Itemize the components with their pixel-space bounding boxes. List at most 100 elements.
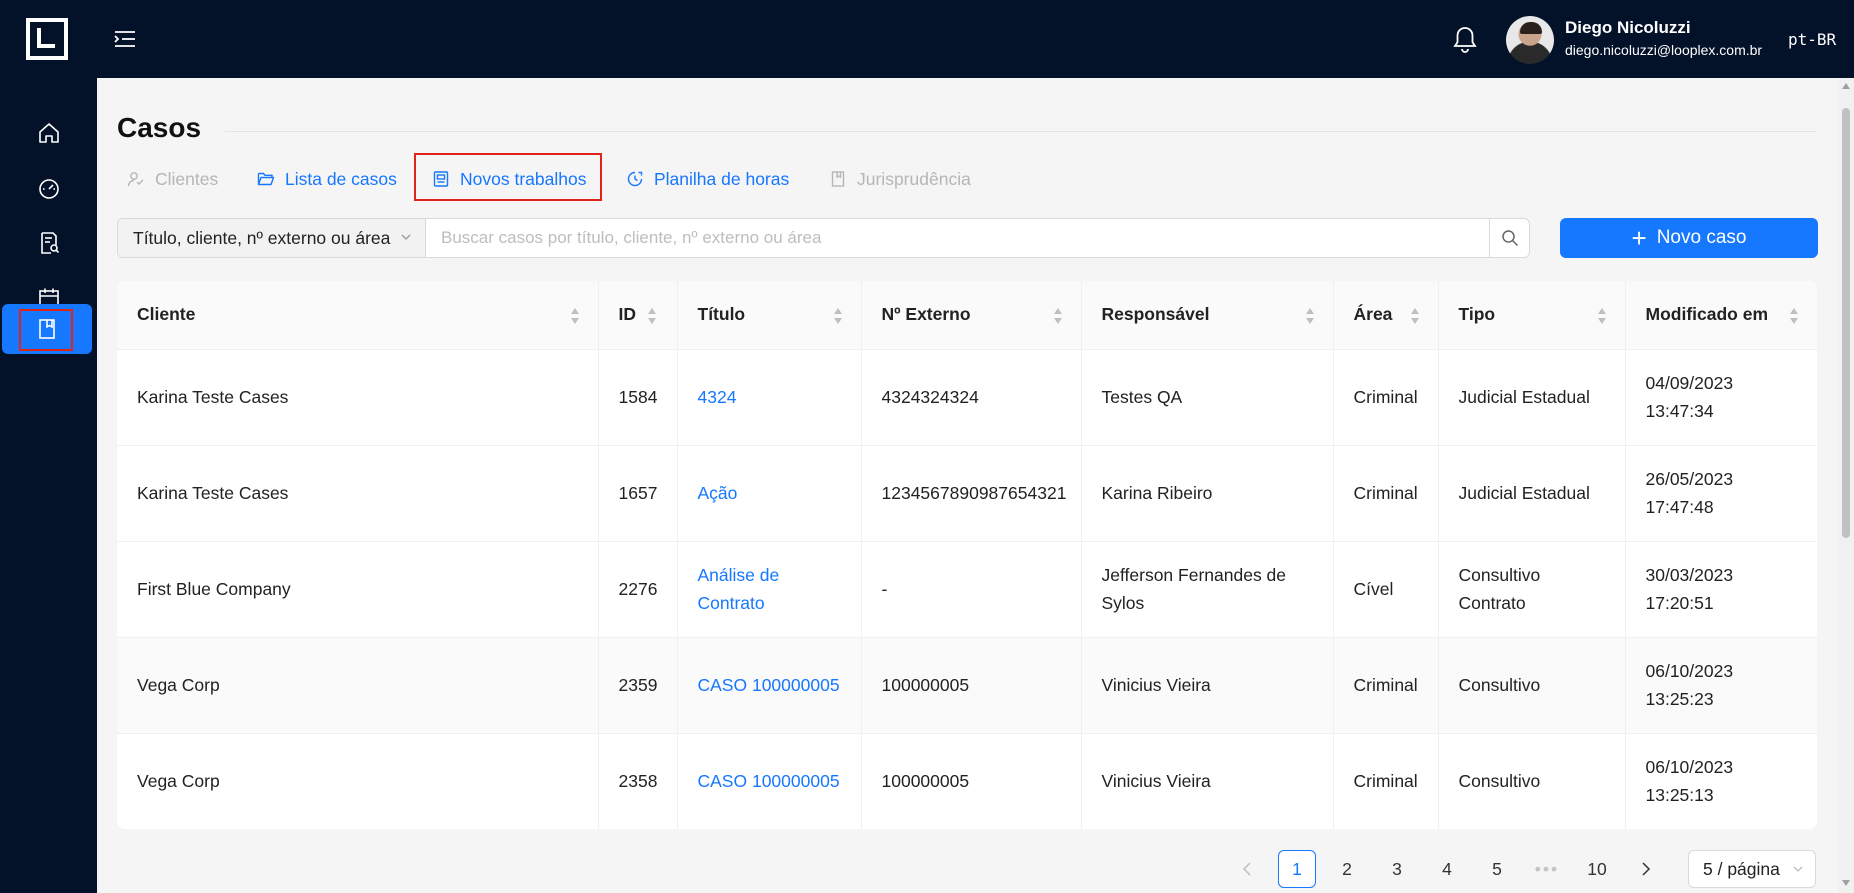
cell-cliente: Karina Teste Cases: [117, 349, 599, 446]
sort-icon[interactable]: [833, 307, 843, 325]
cell-id: 2276: [598, 541, 678, 638]
user-email[interactable]: diego.nicoluzzi@looplex.com.br: [1565, 42, 1762, 58]
sidebar: [0, 78, 97, 893]
cell-time: 13:47:34: [1645, 401, 1714, 421]
tab-jurisprudencia[interactable]: Jurisprudência: [829, 168, 971, 190]
tab-planilha-de-horas[interactable]: Planilha de horas: [626, 168, 789, 190]
sidebar-item-cases[interactable]: [2, 304, 92, 354]
column-header-titulo[interactable]: Título: [677, 281, 862, 350]
dashboard-icon: [38, 179, 59, 199]
cell-cliente: Vega Corp: [117, 637, 599, 734]
sort-icon[interactable]: [570, 307, 580, 325]
new-case-button[interactable]: + Novo caso: [1560, 218, 1818, 258]
sort-icon[interactable]: [1305, 307, 1315, 325]
sort-icon[interactable]: [1597, 307, 1607, 325]
sidebar-item-documents[interactable]: [0, 218, 97, 268]
table-row[interactable]: First Blue Company 2276 Análise de Contr…: [117, 541, 1817, 638]
cell-titulo-link[interactable]: CASO 100000005: [677, 733, 862, 829]
cell-externo: -: [861, 541, 1082, 638]
tab-clientes[interactable]: Clientes: [127, 168, 218, 190]
clients-icon: [127, 172, 144, 187]
top-bar: Diego Nicoluzzi diego.nicoluzzi@looplex.…: [0, 0, 1854, 78]
cell-area: Criminal: [1333, 733, 1439, 829]
search-button[interactable]: [1489, 219, 1529, 257]
next-page-button[interactable]: [1636, 850, 1656, 888]
column-header-responsavel[interactable]: Responsável: [1081, 281, 1334, 350]
user-avatar[interactable]: [1506, 16, 1554, 64]
cell-area: Criminal: [1333, 349, 1439, 446]
column-header-area[interactable]: Área: [1333, 281, 1439, 350]
page-button-1[interactable]: 1: [1278, 850, 1316, 888]
prev-page-button[interactable]: [1237, 850, 1257, 888]
column-label: Cliente: [137, 304, 196, 325]
notification-bell-icon[interactable]: [1452, 25, 1478, 53]
cell-id: 1657: [598, 445, 678, 542]
vertical-scrollbar[interactable]: [1838, 78, 1854, 893]
scroll-up-icon[interactable]: [1842, 83, 1850, 89]
cell-responsavel: Karina Ribeiro: [1081, 445, 1334, 542]
table-row[interactable]: Karina Teste Cases 1657 Ação 12345678909…: [117, 445, 1817, 542]
cell-titulo-link[interactable]: Análise de Contrato: [677, 541, 862, 638]
cell-externo: 100000005: [861, 637, 1082, 734]
search-input[interactable]: [426, 219, 1489, 257]
plus-icon: +: [1631, 223, 1647, 253]
cell-responsavel: Vinicius Vieira: [1081, 637, 1334, 734]
timesheet-icon: [627, 171, 643, 187]
search-filter-value: Título, cliente, nº externo ou área: [133, 227, 391, 248]
cases-table: Cliente ID Título Nº Externo Responsável…: [117, 281, 1817, 829]
column-label: Nº Externo: [881, 304, 971, 325]
cell-titulo-link[interactable]: 4324: [677, 349, 862, 446]
column-header-externo[interactable]: Nº Externo: [861, 281, 1082, 350]
search-filter-select[interactable]: Título, cliente, nº externo ou área: [118, 219, 426, 257]
page-button-3[interactable]: 3: [1378, 850, 1416, 888]
scroll-down-icon[interactable]: [1842, 880, 1850, 886]
sort-icon[interactable]: [647, 307, 657, 325]
column-label: Modificado em: [1645, 304, 1769, 325]
looplex-logo[interactable]: [26, 18, 68, 60]
table-row[interactable]: Karina Teste Cases 1584 4324 4324324324 …: [117, 349, 1817, 446]
tab-lista-de-casos[interactable]: Lista de casos: [257, 168, 397, 190]
new-case-button-label: Novo caso: [1656, 227, 1747, 248]
cell-time: 13:25:23: [1645, 689, 1714, 709]
language-selector[interactable]: pt-BR: [1788, 30, 1836, 49]
title-divider: [225, 131, 1817, 132]
sort-icon[interactable]: [1789, 307, 1799, 325]
page-button-5[interactable]: 5: [1478, 850, 1516, 888]
cell-titulo-link[interactable]: Ação: [677, 445, 862, 542]
cell-date: 26/05/2023: [1645, 469, 1734, 489]
scrollbar-thumb[interactable]: [1842, 108, 1850, 538]
cell-tipo: Judicial Estadual: [1438, 349, 1626, 446]
table-row[interactable]: Vega Corp 2359 CASO 100000005 100000005 …: [117, 637, 1817, 734]
column-header-id[interactable]: ID: [598, 281, 678, 350]
menu-toggle-icon[interactable]: [114, 29, 136, 49]
chevron-down-icon: [401, 234, 411, 240]
cell-externo: 4324324324: [861, 349, 1082, 446]
table-row[interactable]: Vega Corp 2358 CASO 100000005 100000005 …: [117, 733, 1817, 829]
column-label: Título: [697, 304, 746, 325]
search-icon: [1501, 230, 1518, 247]
cell-titulo-link[interactable]: CASO 100000005: [677, 637, 862, 734]
sidebar-item-dashboard[interactable]: [0, 163, 97, 213]
cell-responsavel: Testes QA: [1081, 349, 1334, 446]
column-header-cliente[interactable]: Cliente: [117, 281, 599, 350]
page-button-2[interactable]: 2: [1328, 850, 1366, 888]
user-name[interactable]: Diego Nicoluzzi: [1565, 18, 1691, 38]
page-ellipsis[interactable]: •••: [1528, 850, 1566, 888]
column-header-modificado[interactable]: Modificado em: [1625, 281, 1817, 350]
column-header-tipo[interactable]: Tipo: [1438, 281, 1626, 350]
jurisprudence-icon: [831, 171, 845, 187]
sidebar-item-home[interactable]: [0, 108, 97, 158]
chevron-down-icon: [1793, 866, 1803, 872]
column-label: ID: [618, 304, 637, 325]
sort-icon[interactable]: [1410, 307, 1420, 325]
page-title: Casos: [117, 112, 202, 143]
cell-tipo: Consultivo Contrato: [1438, 541, 1626, 638]
cell-area: Cível: [1333, 541, 1439, 638]
cell-area: Criminal: [1333, 445, 1439, 542]
table-header-row: Cliente ID Título Nº Externo Responsável…: [117, 281, 1817, 350]
page-button-10[interactable]: 10: [1578, 850, 1616, 888]
document-search-icon: [40, 232, 59, 254]
page-size-select[interactable]: 5 / página: [1688, 850, 1816, 888]
page-button-4[interactable]: 4: [1428, 850, 1466, 888]
sort-icon[interactable]: [1053, 307, 1063, 325]
